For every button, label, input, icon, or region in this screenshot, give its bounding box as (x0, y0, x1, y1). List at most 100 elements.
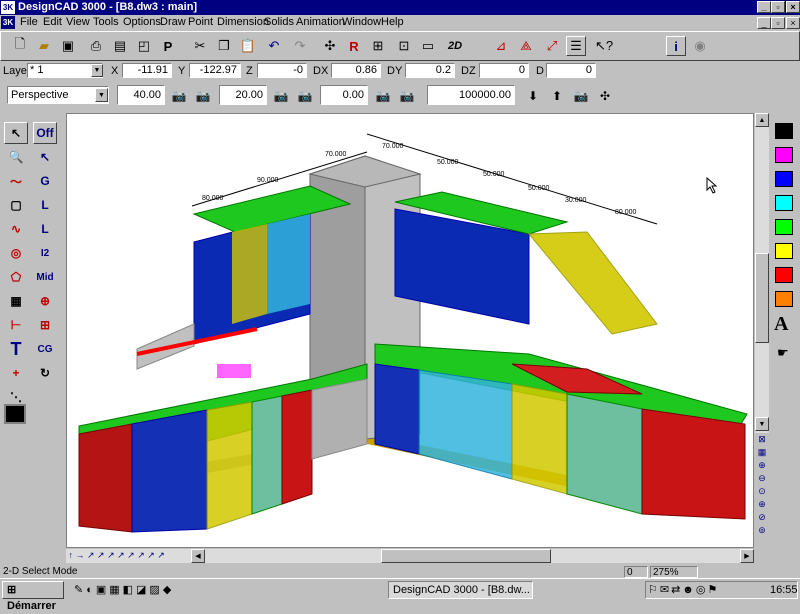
view-tabs-strip[interactable]: ↑ → ↗ ↗ ↗ ↗ ↗ ↗ ↗ ↗ (66, 549, 191, 563)
transform-icon[interactable]: ⟁ (516, 36, 536, 56)
snap-pointer-icon[interactable]: ↖ (33, 146, 57, 168)
line-icon[interactable]: 〜 (4, 170, 28, 192)
menu-tools[interactable]: Tools (93, 16, 119, 28)
snap-line2-button[interactable]: L (33, 218, 57, 240)
print-icon[interactable]: ⎙ (86, 36, 106, 56)
snap-midpoint-button[interactable]: Mid (33, 266, 57, 288)
text-style-button[interactable]: A (774, 313, 788, 336)
snap-rotate-icon[interactable]: ↻ (33, 362, 57, 384)
horizontal-scrollbar[interactable]: ↑ → ↗ ↗ ↗ ↗ ↗ ↗ ↗ ↗ ◀ ▶ (66, 549, 754, 563)
color-swatch-cyan[interactable] (775, 195, 793, 211)
paste-icon[interactable]: 📋 (238, 36, 258, 56)
move-icon[interactable]: ✣ (320, 36, 340, 56)
zoom-window-icon[interactable]: ⊡ (394, 36, 414, 56)
current-color-swatch[interactable] (4, 404, 26, 424)
color-swatch-orange[interactable] (775, 291, 793, 307)
maximize-button[interactable]: ▫ (771, 1, 785, 13)
vertical-scrollbar[interactable]: ▲ ▼ ⊠ ▦ ⊕ ⊖ ⊙ ⊕ ⊘ ⊚ (755, 113, 769, 548)
open-folder-icon[interactable]: ▰ (34, 36, 54, 56)
camera-right-icon[interactable]: 📷 (192, 86, 214, 106)
start-button[interactable]: ⊞ Démarrer (2, 581, 64, 612)
redraw-icon[interactable]: R (344, 36, 364, 56)
save-disk-icon[interactable]: ▣ (58, 36, 78, 56)
chevron-down-icon[interactable]: ▼ (91, 64, 103, 77)
scroll-up-icon[interactable]: ▲ (755, 113, 769, 127)
dimension-icon[interactable]: ⊢ (4, 314, 28, 336)
layer-icon[interactable]: ▭ (418, 36, 438, 56)
zoom-icon[interactable]: 🔍 (4, 146, 28, 168)
task-designcad[interactable]: DesignCAD 3000 - [B8.dw... (388, 581, 533, 599)
z-field[interactable]: -0 (257, 63, 307, 78)
y-field[interactable]: -122.97 (189, 63, 241, 78)
document-icon[interactable]: 3K (1, 16, 15, 29)
color-swatch-yellow[interactable] (775, 243, 793, 259)
scroll-down-icon[interactable]: ▼ (755, 417, 769, 431)
menu-dimension[interactable]: Dimension (217, 16, 269, 28)
vertical-scroll-thumb[interactable] (755, 253, 769, 343)
polygon-icon[interactable]: ⬠ (4, 266, 28, 288)
angle3-field[interactable]: 0.00 (320, 85, 368, 105)
camera-rotate-left-icon[interactable]: 📷 (372, 86, 394, 106)
snap-icon[interactable]: ◉ (690, 36, 710, 56)
page-icon[interactable]: ◰ (134, 36, 154, 56)
print-preview-icon[interactable]: ▤ (110, 36, 130, 56)
select-arrow-icon[interactable]: ⤢ (542, 36, 562, 56)
axis-icon[interactable]: ⊿ (491, 36, 511, 56)
snap-intersect-button[interactable]: I2 (33, 242, 57, 264)
snap-center-icon[interactable]: ⊕ (33, 290, 57, 312)
doc-close-button[interactable]: × (786, 17, 800, 29)
scroll-left-icon[interactable]: ◀ (191, 549, 205, 563)
copy-icon[interactable]: ❐ (214, 36, 234, 56)
2d-icon[interactable]: 2D (445, 36, 465, 56)
horizontal-scroll-thumb[interactable] (381, 549, 551, 563)
snap-line-button[interactable]: L (33, 194, 57, 216)
camera-home-icon[interactable]: 📷 (570, 86, 592, 106)
menu-animation[interactable]: Animation (296, 16, 345, 28)
undo-icon[interactable]: ↶ (264, 36, 284, 56)
box-icon[interactable]: ▢ (4, 194, 28, 216)
tray-icons[interactable]: ⚐✉⇄☻◎⚑ (648, 583, 719, 596)
camera-rotate-right-icon[interactable]: 📷 (396, 86, 418, 106)
text-tool-button[interactable]: T (4, 338, 28, 360)
curve-icon[interactable]: ∿ (4, 218, 28, 240)
redo-icon[interactable]: ↷ (290, 36, 310, 56)
distance-field[interactable]: 100000.00 (427, 85, 515, 105)
drawing-canvas[interactable]: 80.000 90.000 70.000 70.000 50.000 50.00… (66, 113, 754, 548)
arrow-down-icon[interactable]: ⬇ (522, 86, 544, 106)
arrow-up-icon[interactable]: ⬆ (546, 86, 568, 106)
cut-icon[interactable]: ✂ (190, 36, 210, 56)
d-field[interactable]: 0 (546, 63, 596, 78)
menu-solids[interactable]: Solids (264, 16, 294, 28)
angle2-field[interactable]: 20.00 (219, 85, 267, 105)
help-arrow-icon[interactable]: ↖? (594, 36, 614, 56)
pointer-hand-icon[interactable]: ☛ (777, 345, 789, 361)
camera-left-icon[interactable]: 📷 (168, 86, 190, 106)
menu-draw[interactable]: Draw (160, 16, 186, 28)
new-file-icon[interactable]: 🗋 (10, 36, 30, 56)
shade-icon[interactable]: ☰ (566, 36, 586, 56)
camera-up-icon[interactable]: 📷 (270, 86, 292, 106)
dx-field[interactable]: 0.86 (331, 63, 381, 78)
circle-icon[interactable]: ◎ (4, 242, 28, 264)
color-swatch-green[interactable] (775, 219, 793, 235)
move-view-icon[interactable]: ✣ (594, 86, 616, 106)
quick-launch-icons[interactable]: ✎◐▣▦◧◪▨◆ (74, 583, 174, 596)
menu-edit[interactable]: Edit (43, 16, 62, 28)
info-icon[interactable]: i (666, 36, 686, 56)
color-swatch-blue[interactable] (775, 171, 793, 187)
select-pointer-icon[interactable]: ↖ (4, 122, 28, 144)
zoom-tool-strip[interactable]: ⊠ ▦ ⊕ ⊖ ⊙ ⊕ ⊘ ⊚ (755, 433, 769, 548)
dz-field[interactable]: 0 (479, 63, 529, 78)
menu-options[interactable]: Options (123, 16, 161, 28)
menu-point[interactable]: Point (188, 16, 213, 28)
grid-icon[interactable]: ▦ (4, 290, 28, 312)
scroll-right-icon[interactable]: ▶ (740, 549, 754, 563)
color-swatch-red[interactable] (775, 267, 793, 283)
chevron-down-icon[interactable]: ▼ (95, 88, 108, 102)
snap-grid-button[interactable]: G (33, 170, 57, 192)
view-mode-select[interactable]: Perspective (7, 86, 109, 104)
snap-perpendicular-icon[interactable]: ⊞ (33, 314, 57, 336)
doc-restore-button[interactable]: ▫ (771, 17, 785, 29)
camera-down-icon[interactable]: 📷 (294, 86, 316, 106)
menu-view[interactable]: View (66, 16, 90, 28)
